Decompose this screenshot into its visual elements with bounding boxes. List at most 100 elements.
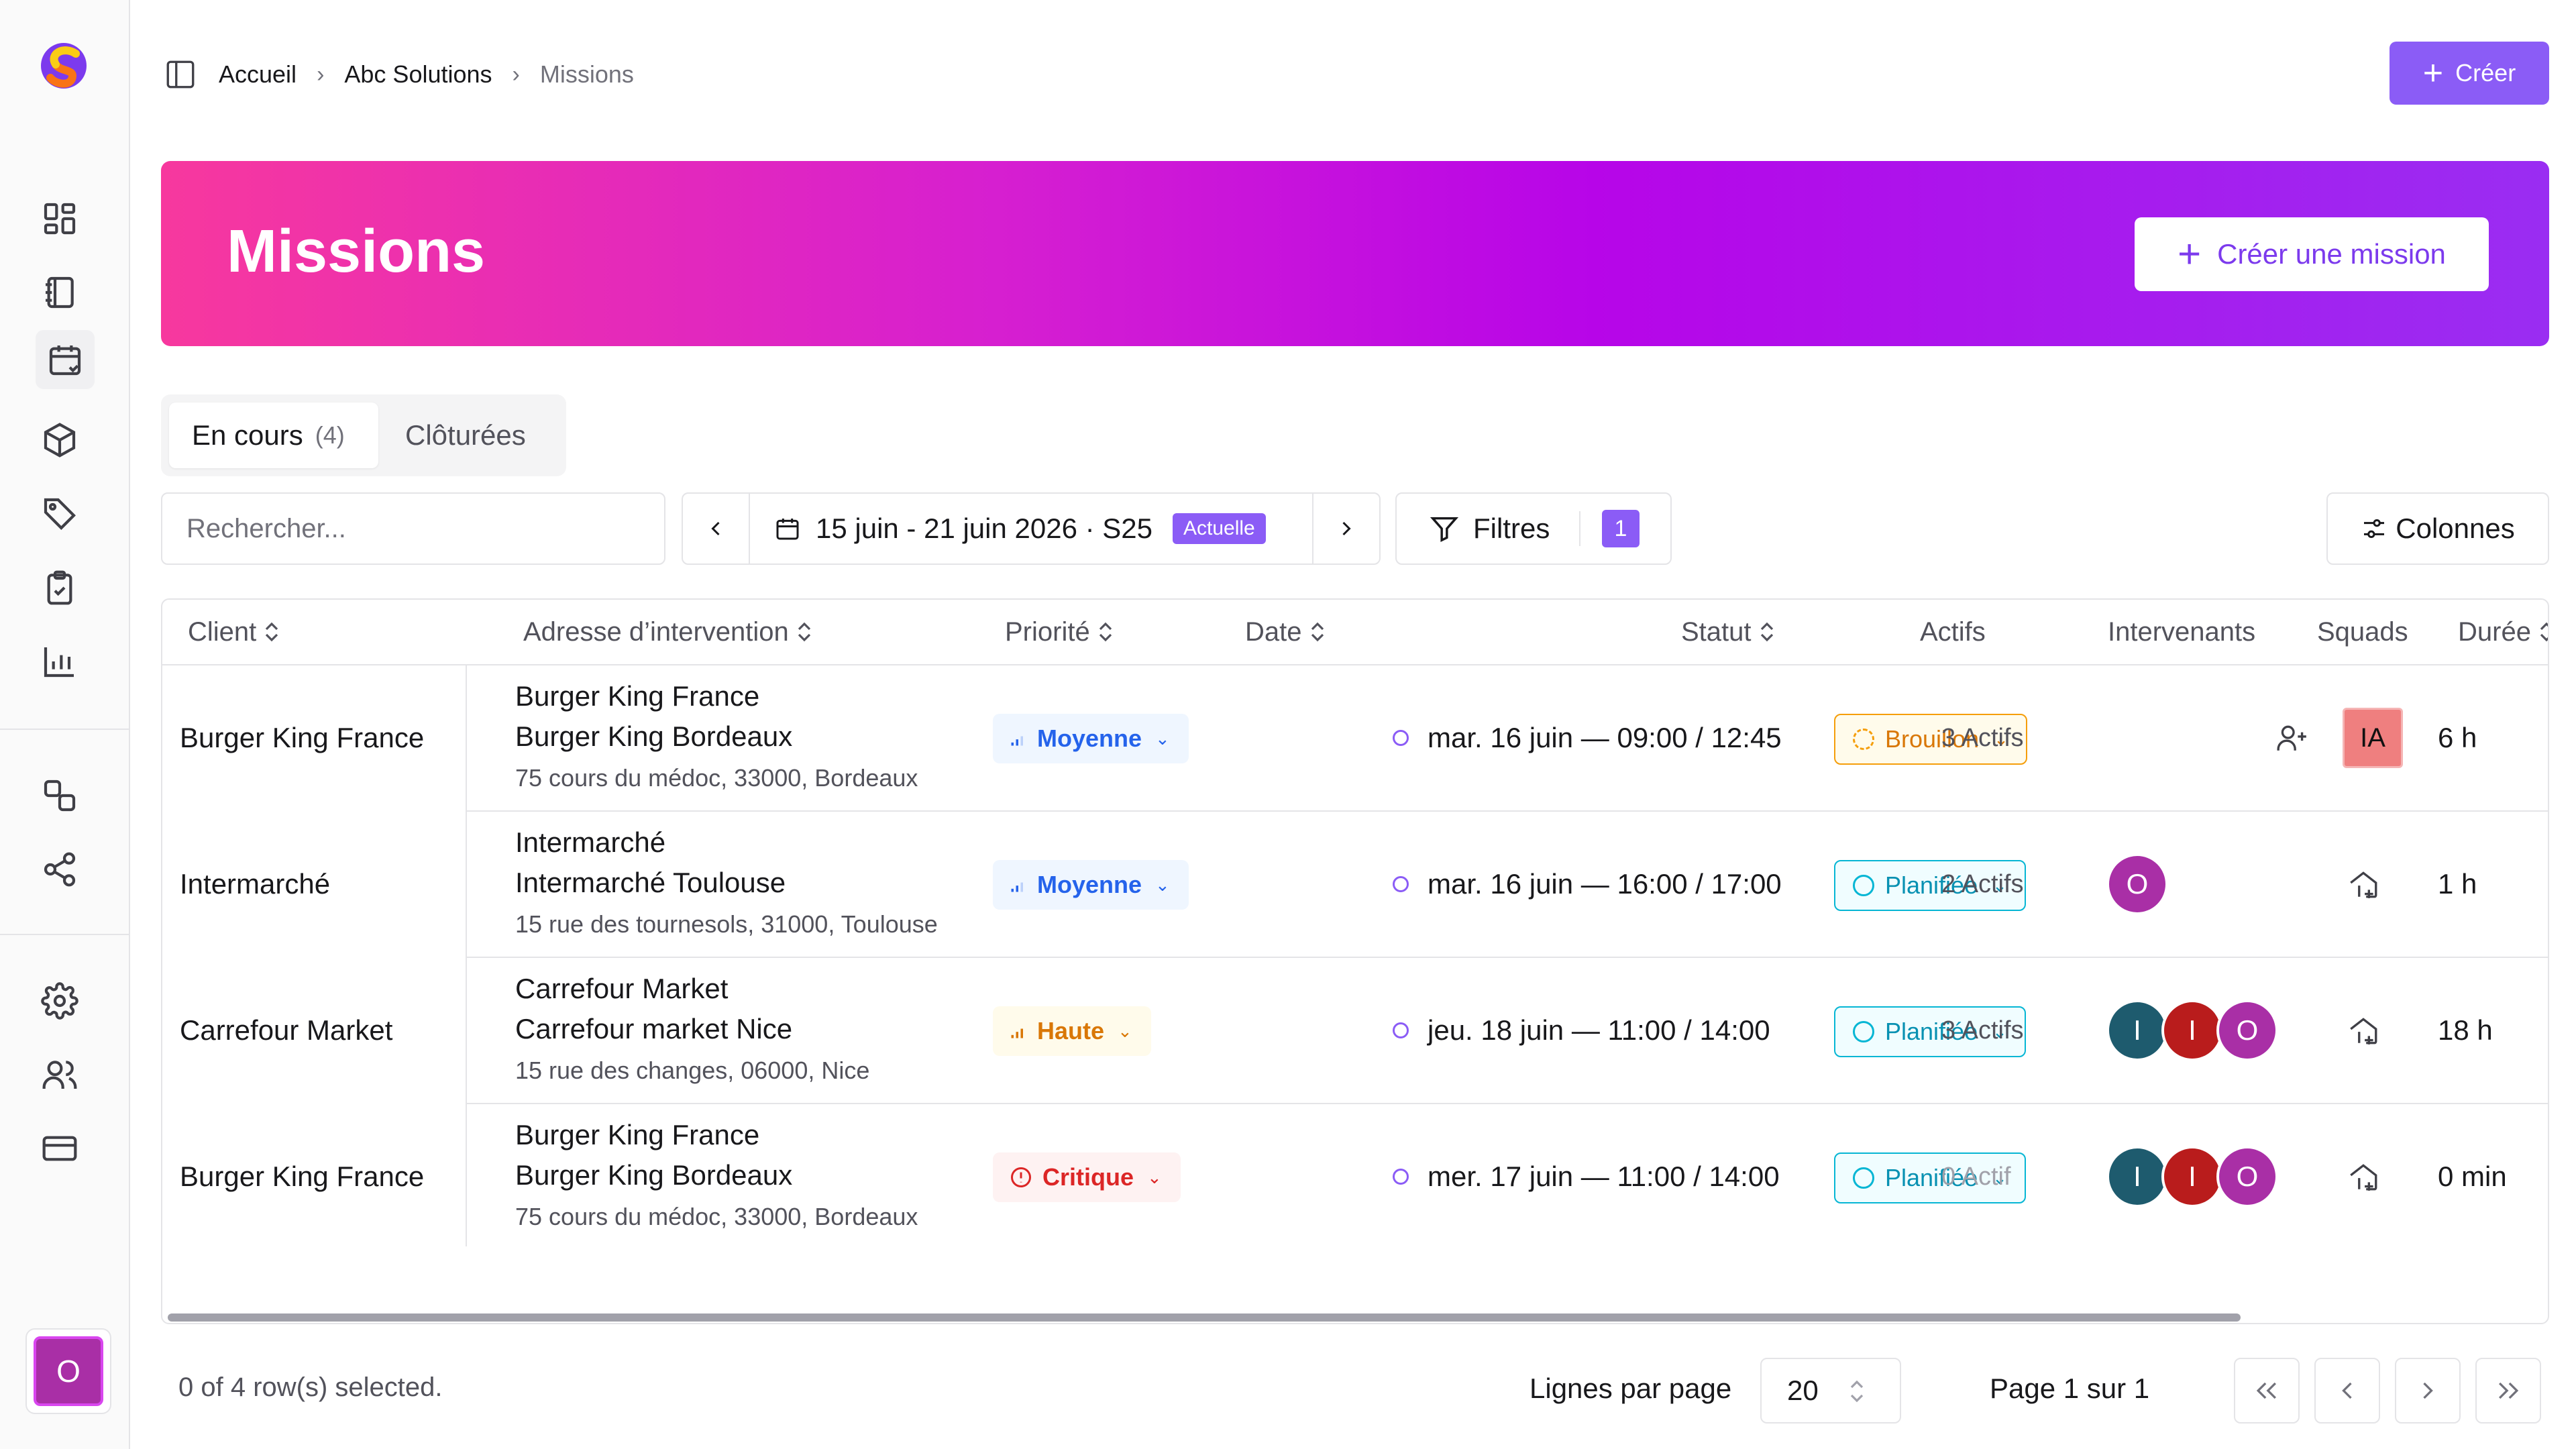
- last-page-button[interactable]: [2475, 1358, 2541, 1424]
- sort-icon: [798, 622, 810, 642]
- add-squad-button[interactable]: [2347, 812, 2380, 957]
- column-header-priorite[interactable]: Priorité: [1005, 600, 1114, 664]
- tab-en-cours[interactable]: En cours (4): [169, 402, 378, 468]
- credit-card-icon[interactable]: [38, 1127, 81, 1170]
- column-header-date[interactable]: Date: [1245, 600, 1326, 664]
- date-range[interactable]: 15 juin - 21 juin 2026 · S25 Actuelle: [774, 494, 1266, 564]
- mission-tabs: En cours (4) Clôturées: [161, 394, 566, 476]
- cell-address: Intermarché Intermarché Toulouse 15 rue de…: [515, 826, 938, 938]
- horizontal-scrollbar[interactable]: [168, 1313, 2241, 1322]
- share-icon[interactable]: [38, 848, 81, 891]
- tab-cloturees[interactable]: Clôturées: [405, 402, 526, 468]
- column-header-adresse[interactable]: Adresse d’intervention: [523, 600, 813, 664]
- next-week-button[interactable]: [1312, 494, 1379, 564]
- create-button[interactable]: + Créer: [2390, 42, 2549, 105]
- previous-week-button[interactable]: [683, 494, 750, 564]
- bar-chart-icon[interactable]: [38, 640, 81, 683]
- squad-badge[interactable]: IA: [2343, 665, 2403, 810]
- notebook-icon[interactable]: [38, 271, 81, 314]
- sliders-icon: [2364, 519, 2385, 538]
- priority-dropdown[interactable]: Haute ⌄: [993, 1006, 1151, 1056]
- column-header-client[interactable]: Client: [188, 600, 280, 664]
- plus-icon: +: [2178, 231, 2202, 276]
- breadcrumb-home[interactable]: Accueil: [219, 60, 297, 89]
- user-menu[interactable]: O: [25, 1328, 111, 1414]
- intervenants-avatars[interactable]: I I O: [2106, 958, 2278, 1103]
- filters-button[interactable]: Filtres 1: [1395, 492, 1672, 565]
- sidebar-divider: [0, 729, 130, 730]
- calendar-icon: [776, 519, 799, 540]
- sort-icon: [1099, 622, 1112, 642]
- sort-icon: [2540, 622, 2548, 642]
- app-logo[interactable]: [37, 39, 91, 93]
- column-header-duree[interactable]: Durée: [2458, 600, 2548, 664]
- table-row[interactable]: Burger King France Burger King France Bur…: [162, 1104, 2548, 1250]
- create-mission-button[interactable]: + Créer une mission: [2135, 217, 2489, 291]
- filter-icon: [1430, 517, 1459, 543]
- cell-client: Burger King France: [180, 1161, 425, 1192]
- intervenants-avatars[interactable]: I I O: [2106, 1104, 2278, 1249]
- chevron-down-icon: ⌄: [1118, 1020, 1132, 1041]
- breadcrumb: Accueil › Abc Solutions › Missions: [219, 58, 634, 91]
- avatar: I: [2161, 1146, 2223, 1208]
- cell-client: Burger King France: [180, 722, 425, 753]
- priority-dropdown[interactable]: Moyenne ⌄: [993, 714, 1189, 763]
- create-button-label: Créer: [2455, 59, 2516, 87]
- add-intervenant-button[interactable]: [2275, 665, 2309, 810]
- gear-icon[interactable]: [38, 979, 81, 1022]
- signal-high-icon: [1011, 1028, 1023, 1038]
- clipboard-check-icon[interactable]: [38, 566, 81, 609]
- cell-date: mer. 17 juin — 11:00 / 14:00: [1393, 1104, 1780, 1249]
- chevron-down-icon: ⌄: [1155, 728, 1170, 749]
- tab-count: (4): [315, 421, 345, 449]
- rows-per-page-select[interactable]: 20: [1760, 1358, 1901, 1424]
- tab-en-cours-label: En cours: [192, 419, 303, 451]
- signal-medium-icon: [1011, 882, 1023, 892]
- chevron-down-icon: ⌄: [1147, 1167, 1162, 1187]
- add-squad-button[interactable]: [2347, 1104, 2380, 1249]
- date-range-picker: 15 juin - 21 juin 2026 · S25 Actuelle: [682, 492, 1381, 565]
- shapes-icon[interactable]: [38, 774, 81, 817]
- next-page-button[interactable]: [2395, 1358, 2461, 1424]
- intervenants-avatars[interactable]: O: [2106, 812, 2168, 957]
- cell-duree: 18 h: [2438, 1014, 2493, 1046]
- table-row[interactable]: Burger King France Burger King France Bur…: [162, 665, 2548, 812]
- avatar: O: [2106, 853, 2168, 915]
- chevrons-right-icon: [2498, 1382, 2519, 1399]
- users-icon[interactable]: [38, 1053, 81, 1096]
- house-plus-icon: [2350, 871, 2377, 898]
- user-avatar: O: [34, 1336, 103, 1406]
- add-squad-button[interactable]: [2347, 958, 2380, 1103]
- breadcrumb-org[interactable]: Abc Solutions: [344, 60, 492, 89]
- columns-button[interactable]: Colonnes: [2326, 492, 2549, 565]
- chevron-right-icon: [2423, 1382, 2433, 1399]
- column-header-statut[interactable]: Statut: [1681, 600, 1776, 664]
- search-input[interactable]: [186, 513, 664, 544]
- calendar-icon[interactable]: [36, 330, 95, 389]
- user-plus-icon: [2277, 725, 2306, 751]
- priority-dropdown[interactable]: Moyenne ⌄: [993, 860, 1189, 910]
- column-header-intervenants: Intervenants: [2108, 616, 2256, 647]
- avatar: I: [2161, 1000, 2223, 1061]
- first-page-button[interactable]: [2234, 1358, 2300, 1424]
- signal-medium-icon: [1011, 736, 1023, 746]
- priority-dropdown[interactable]: Critique ⌄: [993, 1152, 1181, 1202]
- avatar: I: [2106, 1000, 2168, 1061]
- cell-actifs: 3 Actifs: [1941, 723, 2024, 752]
- tag-icon[interactable]: [38, 492, 81, 535]
- page-banner: Missions + Créer une mission: [161, 161, 2549, 346]
- sort-icon: [266, 622, 278, 642]
- table-row[interactable]: Intermarché Intermarché Intermarché Toulo…: [162, 812, 2548, 958]
- sidebar: O: [0, 0, 130, 1449]
- alert-circle-icon: [1011, 1167, 1031, 1187]
- sidebar-toggle-icon[interactable]: [164, 58, 197, 91]
- chevron-down-icon: ⌄: [1155, 874, 1170, 895]
- dashboard-icon[interactable]: [38, 197, 81, 240]
- sidebar-divider: [0, 934, 130, 935]
- previous-page-button[interactable]: [2314, 1358, 2380, 1424]
- table-row[interactable]: Carrefour Market Carrefour Market Carrefo…: [162, 958, 2548, 1104]
- plus-icon: +: [2422, 54, 2444, 93]
- box-icon[interactable]: [38, 419, 81, 462]
- cell-duree: 0 min: [2438, 1161, 2507, 1192]
- filters-divider: [1579, 511, 1580, 546]
